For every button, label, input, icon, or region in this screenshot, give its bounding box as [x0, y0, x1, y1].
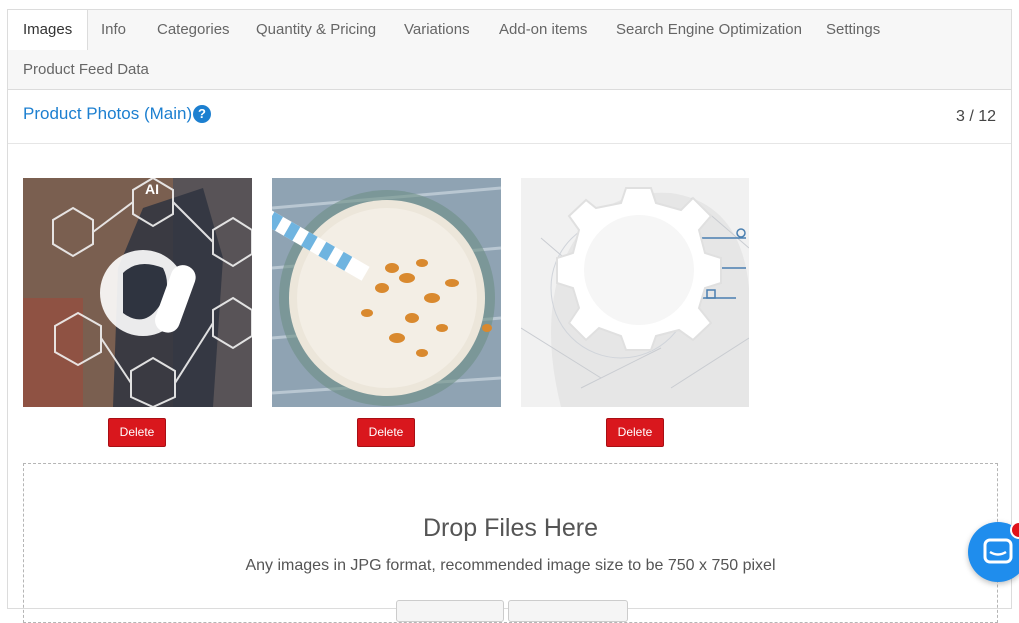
tab-seo[interactable]: Search Engine Optimization [601, 10, 817, 50]
file-dropzone[interactable]: Drop Files Here Any images in JPG format… [23, 463, 998, 623]
photo-thumbnail-3[interactable] [521, 178, 749, 407]
tab-images[interactable]: Images [8, 10, 89, 50]
delete-photo-1-button[interactable]: Delete [108, 418, 166, 447]
dropzone-button-left[interactable] [396, 600, 504, 622]
tab-categories[interactable]: Categories [142, 10, 245, 50]
panel-title: Product Photos (Main) [23, 104, 193, 123]
dropzone-title: Drop Files Here [422, 514, 599, 542]
tab-add-on-items[interactable]: Add-on items [484, 10, 602, 50]
product-photos-panel: Product Photos (Main) ? 3 / 12 AI Delete… [7, 89, 1012, 623]
dropzone-button-right[interactable] [508, 600, 628, 622]
tab-product-feed-data[interactable]: Product Feed Data [8, 50, 164, 90]
photo-counter: 3 / 12 [955, 108, 996, 125]
svg-text:AI: AI [145, 181, 159, 197]
delete-photo-2-button[interactable]: Delete [357, 418, 415, 447]
delete-photo-3-button[interactable]: Delete [606, 418, 664, 447]
panel-header: Product Photos (Main) ? 3 / 12 [8, 90, 1011, 144]
tab-variations[interactable]: Variations [389, 10, 485, 50]
question-circle-icon[interactable]: ? [193, 105, 211, 123]
tab-quantity-pricing[interactable]: Quantity & Pricing [241, 10, 391, 50]
tab-info[interactable]: Info [86, 10, 141, 50]
photo-thumbnail-1[interactable]: AI [23, 178, 252, 407]
tab-settings[interactable]: Settings [811, 10, 895, 50]
dropzone-subtitle: Any images in JPG format, recommended im… [245, 557, 776, 574]
tab-bar: Images Info Categories Quantity & Pricin… [7, 9, 1012, 90]
photo-thumbnail-2[interactable] [272, 178, 501, 407]
